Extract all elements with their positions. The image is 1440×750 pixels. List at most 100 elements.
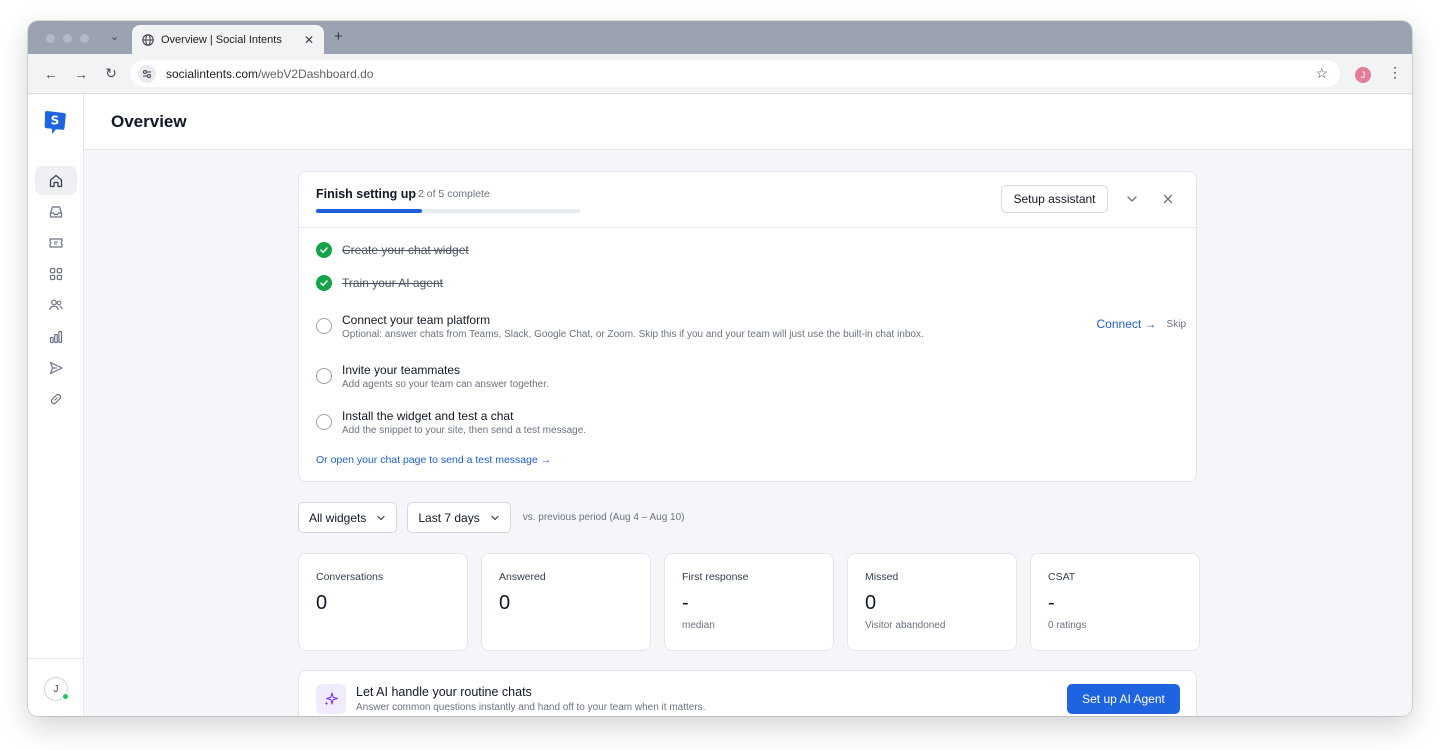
browser-toolbar: ← → ↻ socialintents.com/webV2Dashboard.d… <box>28 54 1412 94</box>
task-description: Add agents so your team can answer toget… <box>342 379 549 390</box>
sparkles-icon <box>316 684 346 714</box>
forward-button[interactable]: → <box>68 61 94 87</box>
chevron-down-icon <box>491 515 499 520</box>
setup-assistant-button[interactable]: Setup assistant <box>1001 185 1108 213</box>
ticket-icon <box>49 237 63 248</box>
sidebar-item-team[interactable] <box>35 290 77 319</box>
browser-tab-active[interactable]: Overview | Social Intents ✕ <box>132 25 324 54</box>
url-path: /webV2Dashboard.do <box>258 66 374 81</box>
setup-ai-agent-button[interactable]: Set up AI Agent <box>1067 684 1180 714</box>
social-intents-logo[interactable]: S <box>43 109 67 135</box>
minimize-window-button[interactable] <box>63 34 72 43</box>
empty-circle-icon[interactable] <box>316 414 332 430</box>
comparison-period-text: vs. previous period (Aug 4 – Aug 10) <box>522 512 685 523</box>
stat-subtext: Visitor abandoned <box>865 620 946 631</box>
online-status-indicator <box>61 692 70 701</box>
grid-icon <box>49 267 63 280</box>
connect-link[interactable]: Connect → <box>1097 317 1157 331</box>
send-icon <box>49 361 63 374</box>
app-root: S J Overview Finish setting up 2 of 5 co… <box>28 94 1412 716</box>
sidebar-item-campaigns[interactable] <box>35 353 77 382</box>
tune-icon <box>143 69 151 78</box>
ai-banner-description: Answer common questions instantly and ha… <box>356 702 706 713</box>
stat-value: 0 <box>865 592 877 614</box>
stat-value: - <box>682 592 689 614</box>
task-text: Create your chat widget <box>342 242 469 258</box>
setup-task-install-widget[interactable]: Install the widget and test a chat Add t… <box>316 408 1186 438</box>
setup-progress-bar <box>316 209 580 213</box>
sidebar-item-integrations[interactable] <box>35 384 77 413</box>
browser-profile-avatar[interactable]: J <box>1355 67 1371 83</box>
task-text: Invite your teammates Add agents so your… <box>342 362 549 392</box>
stat-subtext: 0 ratings <box>1048 620 1087 631</box>
empty-circle-icon[interactable] <box>316 318 332 334</box>
reload-button[interactable]: ↻ <box>98 61 124 87</box>
checkmark-icon <box>316 242 332 258</box>
skip-link[interactable]: Skip <box>1167 319 1186 330</box>
sidebar-divider <box>28 658 84 659</box>
task-title: Connect your team platform <box>342 313 491 327</box>
stat-card-conversations: Conversations 0 <box>298 553 468 651</box>
bookmark-star-icon[interactable]: ☆ <box>1315 65 1328 82</box>
ai-banner-title: Let AI handle your routine chats <box>356 685 532 699</box>
stat-card-csat: CSAT - 0 ratings <box>1030 553 1200 651</box>
stat-value: 0 <box>499 592 511 614</box>
close-window-button[interactable] <box>46 34 55 43</box>
close-icon[interactable] <box>1161 192 1175 206</box>
stat-label: First response <box>682 571 749 583</box>
sidebar-item-inbox[interactable] <box>35 197 77 226</box>
back-button[interactable]: ← <box>38 61 64 87</box>
setup-task-create-widget[interactable]: Create your chat widget <box>316 242 1186 258</box>
window-controls <box>46 34 89 43</box>
collapse-chevron-icon[interactable] <box>1125 192 1139 206</box>
svg-text:S: S <box>51 114 60 128</box>
widget-select[interactable]: All widgets <box>298 502 398 533</box>
empty-circle-icon[interactable] <box>316 368 332 384</box>
sidebar: S J <box>28 94 84 716</box>
url-text: socialintents.com/webV2Dashboard.do <box>166 67 373 81</box>
globe-icon <box>142 33 154 46</box>
task-text: Install the widget and test a chat Add t… <box>342 408 586 438</box>
task-title: Create your chat widget <box>342 243 469 257</box>
home-icon <box>49 174 63 187</box>
bar-chart-icon <box>49 330 63 343</box>
stat-subtext: median <box>682 620 715 631</box>
period-select[interactable]: Last 7 days <box>407 502 511 533</box>
open-chat-page-link[interactable]: Or open your chat page to send a test me… <box>316 454 551 466</box>
filters-bar: All widgets Last 7 days vs. previous per… <box>298 502 685 533</box>
setup-card-header: Finish setting up 2 of 5 complete Setup … <box>299 172 1196 228</box>
browser-window: ⌄ Overview | Social Intents ✕ + ← → ↻ so… <box>28 21 1412 716</box>
inbox-icon <box>49 205 63 218</box>
site-info-icon[interactable] <box>138 64 156 83</box>
chevron-down-icon <box>377 515 385 520</box>
setup-title: Finish setting up <box>316 187 416 201</box>
address-bar[interactable]: socialintents.com/webV2Dashboard.do ☆ <box>130 60 1340 87</box>
period-select-value: Last 7 days <box>418 510 480 525</box>
page-header: Overview <box>84 94 1412 150</box>
sidebar-item-apps[interactable] <box>35 259 77 288</box>
setup-task-connect-platform[interactable]: Connect your team platform Optional: ans… <box>316 312 1186 342</box>
setup-progress-text: 2 of 5 complete <box>418 188 490 200</box>
task-text: Train your AI agent <box>342 275 443 291</box>
setup-task-invite-teammates[interactable]: Invite your teammates Add agents so your… <box>316 362 1186 392</box>
stat-card-missed: Missed 0 Visitor abandoned <box>847 553 1017 651</box>
stat-label: Answered <box>499 571 546 583</box>
tab-close-icon[interactable]: ✕ <box>304 33 314 47</box>
setup-task-train-ai[interactable]: Train your AI agent <box>316 275 1186 291</box>
new-tab-button[interactable]: + <box>334 28 343 45</box>
stat-label: CSAT <box>1048 571 1076 583</box>
stat-card-answered: Answered 0 <box>481 553 651 651</box>
task-description: Add the snippet to your site, then send … <box>342 425 587 436</box>
stat-label: Conversations <box>316 571 384 583</box>
widget-select-value: All widgets <box>309 510 367 525</box>
sidebar-item-reports[interactable] <box>35 322 77 351</box>
page-title: Overview <box>111 112 187 131</box>
maximize-window-button[interactable] <box>80 34 89 43</box>
sidebar-item-home[interactable] <box>35 166 77 195</box>
setup-checklist-card: Finish setting up 2 of 5 complete Setup … <box>298 171 1197 482</box>
browser-menu-icon[interactable]: ⋮ <box>1388 64 1402 81</box>
sidebar-item-tickets[interactable] <box>35 228 77 257</box>
url-host: socialintents.com <box>166 66 259 81</box>
task-title: Invite your teammates <box>342 363 461 377</box>
tab-search-chevron-icon[interactable]: ⌄ <box>110 30 119 43</box>
